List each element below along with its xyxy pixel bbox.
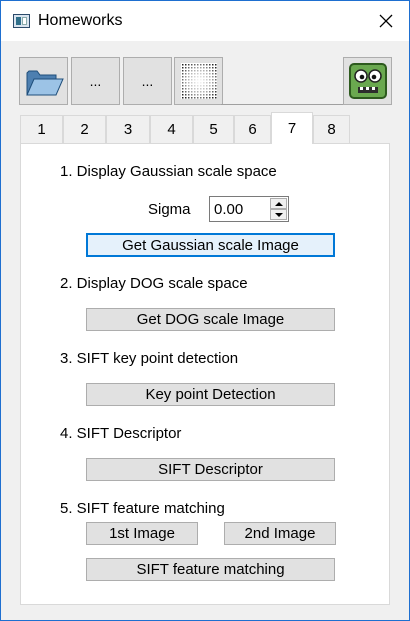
sigma-spinbox[interactable]: 0.00	[209, 196, 289, 222]
section-matching-title: 5. SIFT feature matching	[60, 500, 225, 517]
tab-5[interactable]: 5	[193, 115, 234, 143]
close-button[interactable]	[363, 1, 409, 41]
first-image-button[interactable]: 1st Image	[86, 522, 198, 545]
main-window: Homeworks ... ... 1 2 3 4 5 6 7 8 1. Dis…	[0, 0, 410, 621]
get-dog-button[interactable]: Get DOG scale Image	[86, 308, 335, 331]
keypoint-detection-button[interactable]: Key point Detection	[86, 383, 335, 406]
toolbar-button-2[interactable]: ...	[71, 57, 120, 105]
app-icon	[13, 14, 30, 28]
sigma-value[interactable]: 0.00	[214, 201, 243, 218]
sift-matching-button[interactable]: SIFT feature matching	[86, 558, 335, 581]
tab-8[interactable]: 8	[313, 115, 350, 143]
toolbar-button-3[interactable]: ...	[123, 57, 172, 105]
toolbar-button-4[interactable]	[174, 57, 223, 105]
zombie-face-icon	[348, 63, 387, 99]
folder-open-icon	[25, 70, 64, 96]
arrow-down-icon	[275, 213, 283, 217]
open-folder-button[interactable]	[19, 57, 68, 105]
section-keypoint-title: 3. SIFT key point detection	[60, 350, 239, 367]
tab-6[interactable]: 6	[234, 115, 271, 143]
toolbar-divider	[221, 104, 343, 105]
sigma-label: Sigma	[148, 201, 191, 218]
tab-7[interactable]: 7	[271, 112, 313, 144]
tab-3[interactable]: 3	[106, 115, 150, 143]
section-descriptor-title: 4. SIFT Descriptor	[60, 425, 182, 442]
dither-pattern-icon	[180, 63, 217, 99]
section-gaussian-title: 1. Display Gaussian scale space	[60, 163, 277, 180]
tab-1[interactable]: 1	[20, 115, 63, 143]
tab-2[interactable]: 2	[63, 115, 106, 143]
zombie-face-button[interactable]	[343, 57, 392, 105]
get-gaussian-button[interactable]: Get Gaussian scale Image	[86, 233, 335, 257]
spin-down-button[interactable]	[270, 209, 287, 220]
sift-descriptor-button[interactable]: SIFT Descriptor	[86, 458, 335, 481]
window-title: Homeworks	[38, 12, 123, 29]
second-image-button[interactable]: 2nd Image	[224, 522, 336, 545]
tab-4[interactable]: 4	[150, 115, 193, 143]
close-icon	[379, 14, 393, 28]
arrow-up-icon	[275, 202, 283, 206]
title-bar: Homeworks	[1, 1, 409, 41]
section-dog-title: 2. Display DOG scale space	[60, 275, 248, 292]
spin-up-button[interactable]	[270, 198, 287, 209]
